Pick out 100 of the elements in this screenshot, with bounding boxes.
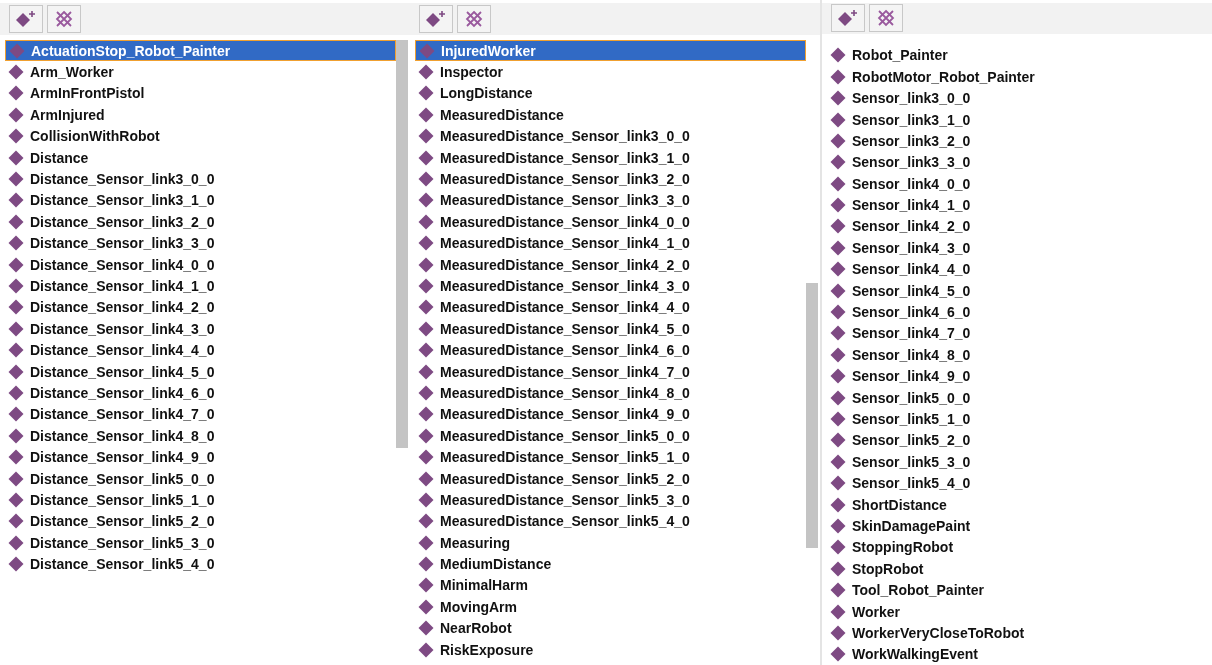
individual-item[interactable]: Inspector (415, 61, 806, 83)
individual-item[interactable]: Sensor_link4_7_0 (827, 322, 1212, 345)
diamond-icon (7, 491, 25, 508)
diamond-icon (7, 192, 25, 209)
individual-item[interactable]: SkinDamagePaint (827, 515, 1212, 537)
individual-item[interactable]: NearRobot (415, 617, 806, 639)
add-individual-button[interactable] (831, 4, 865, 33)
individual-item[interactable]: Distance_Sensor_link4_1_0 (5, 275, 396, 297)
diamond-icon (417, 556, 435, 573)
add-individual-button[interactable] (9, 5, 43, 33)
individual-item[interactable]: Distance_Sensor_link3_2_0 (5, 211, 396, 233)
individual-item[interactable]: Distance_Sensor_link4_7_0 (5, 403, 396, 426)
diamond-icon (829, 175, 847, 192)
individual-item[interactable]: Sensor_link4_1_0 (827, 194, 1212, 216)
delete-individual-button[interactable] (47, 5, 81, 33)
individual-item[interactable]: Distance_Sensor_link4_4_0 (5, 339, 396, 361)
individual-item[interactable]: MeasuredDistance_Sensor_link5_2_0 (415, 467, 806, 490)
individual-item[interactable]: Distance_Sensor_link4_8_0 (5, 425, 396, 447)
individual-item[interactable]: Robot_Painter (827, 44, 1212, 67)
individual-item[interactable]: Sensor_link4_3_0 (827, 237, 1212, 259)
individual-item[interactable]: Sensor_link5_0_0 (827, 386, 1212, 409)
individual-item[interactable]: Distance_Sensor_link4_9_0 (5, 446, 396, 468)
individual-item[interactable]: Distance_Sensor_link5_2_0 (5, 510, 396, 532)
individual-item[interactable]: MeasuredDistance_Sensor_link5_0_0 (415, 425, 806, 447)
individual-item[interactable]: Sensor_link5_4_0 (827, 472, 1212, 494)
individual-item[interactable]: RiskExposure (415, 638, 806, 661)
individual-item[interactable]: MeasuredDistance_Sensor_link3_0_0 (415, 125, 806, 147)
add-individual-button[interactable] (419, 5, 453, 33)
individual-item[interactable]: MeasuredDistance_Sensor_link4_1_0 (415, 232, 806, 254)
individual-item[interactable]: Sensor_link4_2_0 (827, 215, 1212, 238)
individual-item[interactable]: MeasuredDistance_Sensor_link5_1_0 (415, 446, 806, 468)
individual-item[interactable]: Distance_Sensor_link3_1_0 (5, 189, 396, 212)
diamond-icon (417, 470, 435, 487)
individual-item[interactable]: Sensor_link5_2_0 (827, 429, 1212, 452)
individual-item[interactable]: CollisionWithRobot (5, 125, 396, 147)
individual-item[interactable]: ActuationStop_Robot_Painter (5, 40, 396, 62)
individual-item[interactable]: Tool_Robot_Painter (827, 579, 1212, 601)
individual-item[interactable]: Distance_Sensor_link5_4_0 (5, 553, 396, 575)
individual-item[interactable]: MovingArm (415, 596, 806, 618)
individual-item[interactable]: Sensor_link3_0_0 (827, 87, 1212, 109)
individual-item[interactable]: Sensor_link5_1_0 (827, 408, 1212, 430)
individual-item[interactable]: Distance_Sensor_link5_1_0 (5, 489, 396, 511)
individual-item[interactable]: Sensor_link3_3_0 (827, 151, 1212, 173)
individual-item[interactable]: Distance_Sensor_link4_3_0 (5, 318, 396, 340)
individual-item[interactable]: Sensor_link4_9_0 (827, 365, 1212, 387)
individual-item[interactable]: Distance_Sensor_link5_0_0 (5, 467, 396, 490)
individual-item[interactable]: Worker (827, 600, 1212, 623)
individual-item[interactable]: Distance_Sensor_link4_0_0 (5, 253, 396, 276)
individual-item[interactable]: MeasuredDistance_Sensor_link4_7_0 (415, 360, 806, 383)
diamond-icon (7, 513, 25, 530)
individual-item[interactable]: Sensor_link4_6_0 (827, 301, 1212, 323)
individual-item[interactable]: MeasuredDistance_Sensor_link3_2_0 (415, 168, 806, 190)
individual-item[interactable]: Arm_Worker (5, 61, 396, 83)
individual-item[interactable]: MeasuredDistance_Sensor_link5_3_0 (415, 489, 806, 511)
individual-item[interactable]: RobotMotor_Robot_Painter (827, 66, 1212, 88)
scrollbar[interactable] (396, 40, 408, 448)
individual-item[interactable]: Distance_Sensor_link5_3_0 (5, 532, 396, 554)
individual-item[interactable]: MeasuredDistance_Sensor_link4_8_0 (415, 382, 806, 404)
individual-item[interactable]: Distance_Sensor_link4_2_0 (5, 296, 396, 319)
individual-item[interactable]: MeasuredDistance_Sensor_link4_9_0 (415, 403, 806, 426)
delete-individual-button[interactable] (457, 5, 491, 33)
diamond-icon (417, 149, 435, 166)
individual-item[interactable]: InjuredWorker (415, 40, 806, 62)
individual-item[interactable]: Sensor_link4_0_0 (827, 173, 1212, 195)
individual-item[interactable]: Distance_Sensor_link3_0_0 (5, 168, 396, 190)
individual-item[interactable]: Sensor_link3_2_0 (827, 130, 1212, 152)
individual-item[interactable]: Distance_Sensor_link3_3_0 (5, 232, 396, 254)
individual-item[interactable]: MinimalHarm (415, 574, 806, 597)
individual-item[interactable]: MeasuredDistance_Sensor_link4_6_0 (415, 339, 806, 361)
diamond-icon (7, 278, 25, 294)
individual-item[interactable]: MediumDistance (415, 553, 806, 575)
delete-individual-button[interactable] (869, 4, 903, 33)
individual-item[interactable]: Measuring (415, 532, 806, 554)
individual-item[interactable]: MeasuredDistance_Sensor_link4_2_0 (415, 253, 806, 276)
individual-item[interactable]: Distance_Sensor_link4_6_0 (5, 382, 396, 404)
individual-item[interactable]: MeasuredDistance_Sensor_link3_1_0 (415, 146, 806, 169)
individual-item[interactable]: Distance (5, 146, 396, 169)
individual-item[interactable]: MeasuredDistance_Sensor_link5_4_0 (415, 510, 806, 532)
diamond-icon (829, 646, 847, 663)
individual-item[interactable]: Sensor_link4_8_0 (827, 344, 1212, 366)
individual-item[interactable]: Sensor_link4_4_0 (827, 258, 1212, 280)
diamond-plus-icon (836, 9, 860, 28)
individual-item[interactable]: ShortDistance (827, 493, 1212, 516)
individual-item[interactable]: ArmInFrontPistol (5, 82, 396, 105)
individual-item[interactable]: MeasuredDistance_Sensor_link4_5_0 (415, 318, 806, 340)
individual-item[interactable]: Distance_Sensor_link4_5_0 (5, 360, 396, 383)
individual-item[interactable]: MeasuredDistance_Sensor_link3_3_0 (415, 189, 806, 212)
individual-item[interactable]: WorkWalkingEvent (827, 643, 1212, 665)
individual-item[interactable]: MeasuredDistance_Sensor_link4_3_0 (415, 275, 806, 297)
individual-item[interactable]: MeasuredDistance (415, 104, 806, 126)
individual-item[interactable]: ArmInjured (5, 104, 396, 126)
individual-item[interactable]: Sensor_link5_3_0 (827, 451, 1212, 473)
individual-item[interactable]: LongDistance (415, 82, 806, 105)
individual-item[interactable]: MeasuredDistance_Sensor_link4_0_0 (415, 211, 806, 233)
individual-item[interactable]: Sensor_link3_1_0 (827, 108, 1212, 131)
individual-item[interactable]: StopRobot (827, 558, 1212, 580)
individual-item[interactable]: Sensor_link4_5_0 (827, 279, 1212, 302)
individual-item[interactable]: WorkerVeryCloseToRobot (827, 622, 1212, 644)
individual-item[interactable]: StoppingRobot (827, 536, 1212, 559)
individual-item[interactable]: MeasuredDistance_Sensor_link4_4_0 (415, 296, 806, 319)
